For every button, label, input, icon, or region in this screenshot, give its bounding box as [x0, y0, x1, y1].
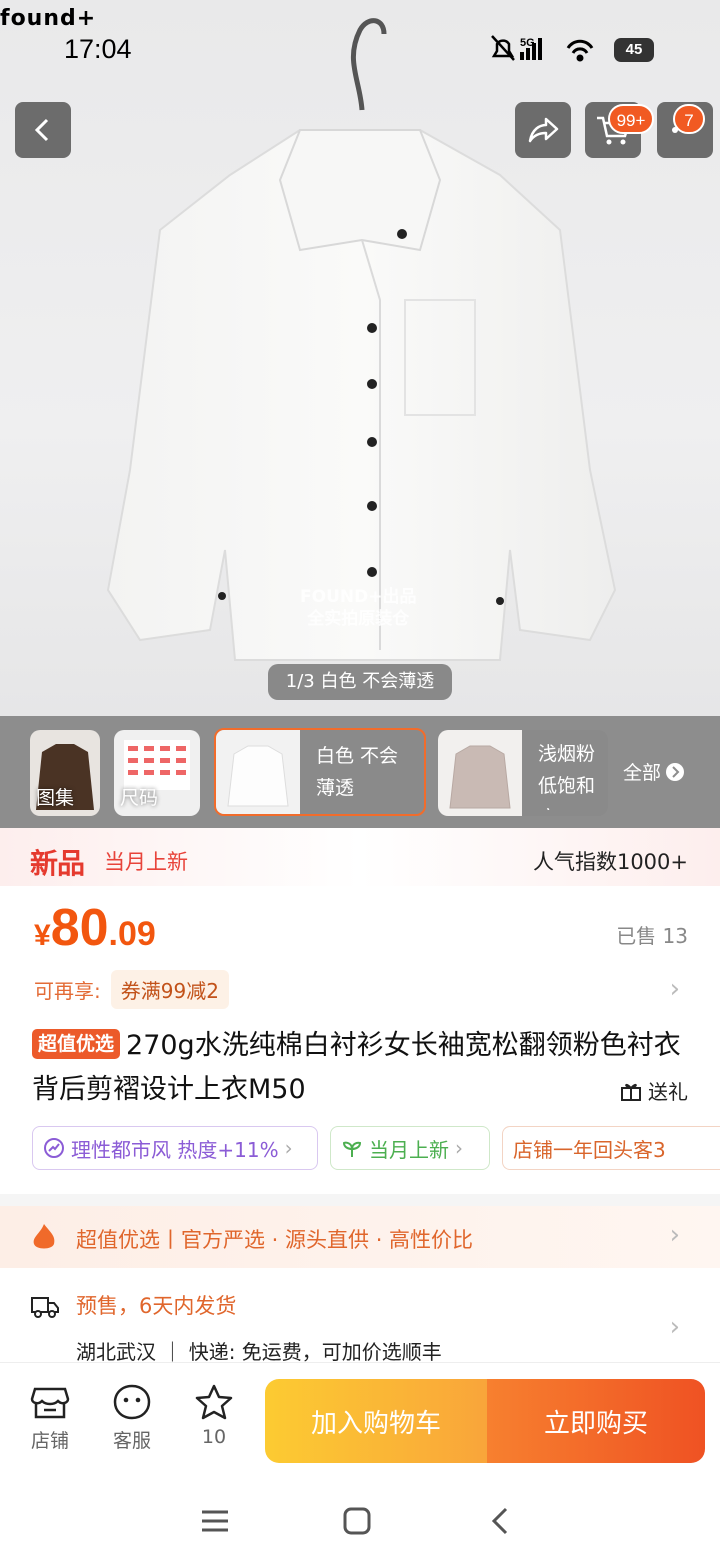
- new-text: 当月上新: [104, 850, 188, 874]
- all-variants-button[interactable]: 全部: [623, 758, 685, 785]
- status-icons: 5G: [491, 35, 594, 62]
- system-nav-bar: [0, 1466, 720, 1567]
- cart-badge: 99+: [608, 104, 654, 134]
- chevron-left-icon: [34, 118, 49, 142]
- variant-white-label: 白色 不会薄透: [316, 745, 399, 799]
- more-badge: 7: [673, 104, 705, 134]
- value-tag: 超值优选: [32, 1029, 121, 1059]
- thumb-size-chart[interactable]: 尺码: [114, 730, 200, 816]
- add-to-cart-button[interactable]: 加入购物车: [265, 1379, 487, 1463]
- status-brand: found+: [0, 6, 97, 31]
- favorite-button[interactable]: 10: [184, 1383, 244, 1448]
- back-nav-icon[interactable]: [488, 1506, 512, 1536]
- store-label: 店铺: [30, 1430, 69, 1452]
- pink-shirt-thumb: [438, 730, 522, 816]
- share-button[interactable]: [515, 102, 571, 158]
- chat-face-icon: [113, 1384, 151, 1420]
- favorite-count: 10: [201, 1426, 227, 1448]
- mute-icon: [491, 35, 515, 61]
- truck-icon: [31, 1297, 59, 1318]
- promo-chevron-icon: ›: [669, 1220, 680, 1250]
- coupon-badge: 券满99减2: [110, 970, 229, 1009]
- new-arrival-banner: 新品 当月上新 人气指数1000+: [0, 828, 720, 886]
- divider: [0, 1194, 720, 1206]
- promo-text: 超值优选丨官方严选 · 源头直供 · 高性价比: [76, 1228, 474, 1252]
- price-currency: ¥: [34, 919, 51, 952]
- share-icon: [528, 117, 559, 143]
- back-button[interactable]: [15, 102, 71, 158]
- bottom-action-bar: 店铺 客服 10 加入购物车 立即购买: [0, 1362, 720, 1466]
- chip-new-label: 当月上新: [369, 1137, 449, 1162]
- coupon-chevron-icon[interactable]: ›: [670, 974, 680, 1004]
- trend-icon: [44, 1138, 64, 1158]
- flame-icon: [33, 1224, 55, 1249]
- coupon-label: 可再享:: [34, 979, 101, 1003]
- watermark: FOUND+出品 全实拍原装仓: [300, 586, 416, 630]
- store-button[interactable]: 店铺: [20, 1383, 80, 1453]
- chip-new[interactable]: 当月上新 ›: [330, 1126, 490, 1170]
- thumb-gallery[interactable]: 图集: [30, 730, 100, 816]
- watermark-line1: FOUND+出品: [300, 587, 417, 607]
- chip-repeat-label: 店铺一年回头客3: [513, 1137, 666, 1162]
- image-counter: 1/3 白色 不会薄透: [268, 664, 452, 700]
- price: ¥80.09: [34, 898, 156, 958]
- product-page: FOUND+出品 全实拍原装仓 found+ 17:04 5G 45 99+ 7: [0, 0, 720, 1567]
- variant-pink-label: 浅烟粉 低饱和度: [538, 743, 596, 810]
- white-shirt-thumb: [216, 730, 300, 814]
- store-icon: [30, 1387, 70, 1419]
- chevron-right-circle-icon: [666, 762, 685, 781]
- shipping-chevron-icon: ›: [669, 1312, 680, 1342]
- wifi-icon: [566, 39, 594, 62]
- coupon-row[interactable]: 可再享: 券满99减2: [34, 970, 229, 1009]
- status-time: 17:04: [64, 34, 132, 64]
- shipping-title: 预售，6天内发货: [76, 1294, 237, 1318]
- customer-service-label: 客服: [112, 1430, 151, 1452]
- all-variants-label: 全部: [623, 762, 662, 784]
- sprout-icon: [342, 1141, 362, 1157]
- chip-style[interactable]: 理性都市风 热度+11% ›: [32, 1126, 318, 1170]
- chip-style-label: 理性都市风 热度+11%: [71, 1137, 279, 1162]
- gift-button[interactable]: 送礼: [620, 1076, 688, 1105]
- variant-white-selected[interactable]: 白色 不会薄透: [214, 728, 426, 816]
- new-logo: 新品: [30, 847, 85, 880]
- product-title-text: 270g水洗纯棉白衬衫女长袖宽松翻领粉色衬衣背后剪褶设计上衣M50: [32, 1030, 681, 1105]
- price-integer: 80: [50, 899, 109, 957]
- gift-label: 送礼: [648, 1080, 688, 1104]
- product-image[interactable]: FOUND+出品 全实拍原装仓 found+ 17:04 5G 45 99+ 7: [0, 0, 720, 716]
- menu-icon[interactable]: [200, 1508, 230, 1534]
- home-icon[interactable]: [342, 1506, 372, 1536]
- product-title: 超值优选 270g水洗纯棉白衬衫女长袖宽松翻领粉色衬衣背后剪褶设计上衣M50: [32, 1024, 692, 1112]
- customer-service-button[interactable]: 客服: [102, 1383, 162, 1453]
- chip-style-chevron-icon: ›: [284, 1136, 293, 1160]
- watermark-line2: 全实拍原装仓: [307, 609, 410, 629]
- gift-icon: [621, 1083, 641, 1101]
- sold-count: 已售 13: [616, 924, 688, 948]
- popularity-index: 人气指数1000+: [532, 850, 688, 874]
- thumb-size-label: 尺码: [120, 787, 159, 809]
- variant-strip: 图集 尺码 白色 不会薄透 浅烟粉 低饱和度: [0, 716, 720, 828]
- chip-repeat-customers[interactable]: 店铺一年回头客3: [502, 1126, 720, 1170]
- thumb-gallery-label: 图集: [36, 787, 75, 809]
- price-decimal: .09: [108, 915, 156, 953]
- battery-indicator: 45: [614, 38, 654, 62]
- promo-banner[interactable]: 超值优选丨官方严选 · 源头直供 · 高性价比 ›: [0, 1206, 720, 1268]
- star-icon: [195, 1384, 233, 1420]
- chip-new-chevron-icon: ›: [455, 1136, 463, 1160]
- variant-pink[interactable]: 浅烟粉 低饱和度: [438, 730, 608, 816]
- shipping-detail: 湖北武汉 ｜ 快递: 免运费，可加价选顺丰: [76, 1340, 442, 1364]
- buy-now-button[interactable]: 立即购买: [487, 1379, 705, 1463]
